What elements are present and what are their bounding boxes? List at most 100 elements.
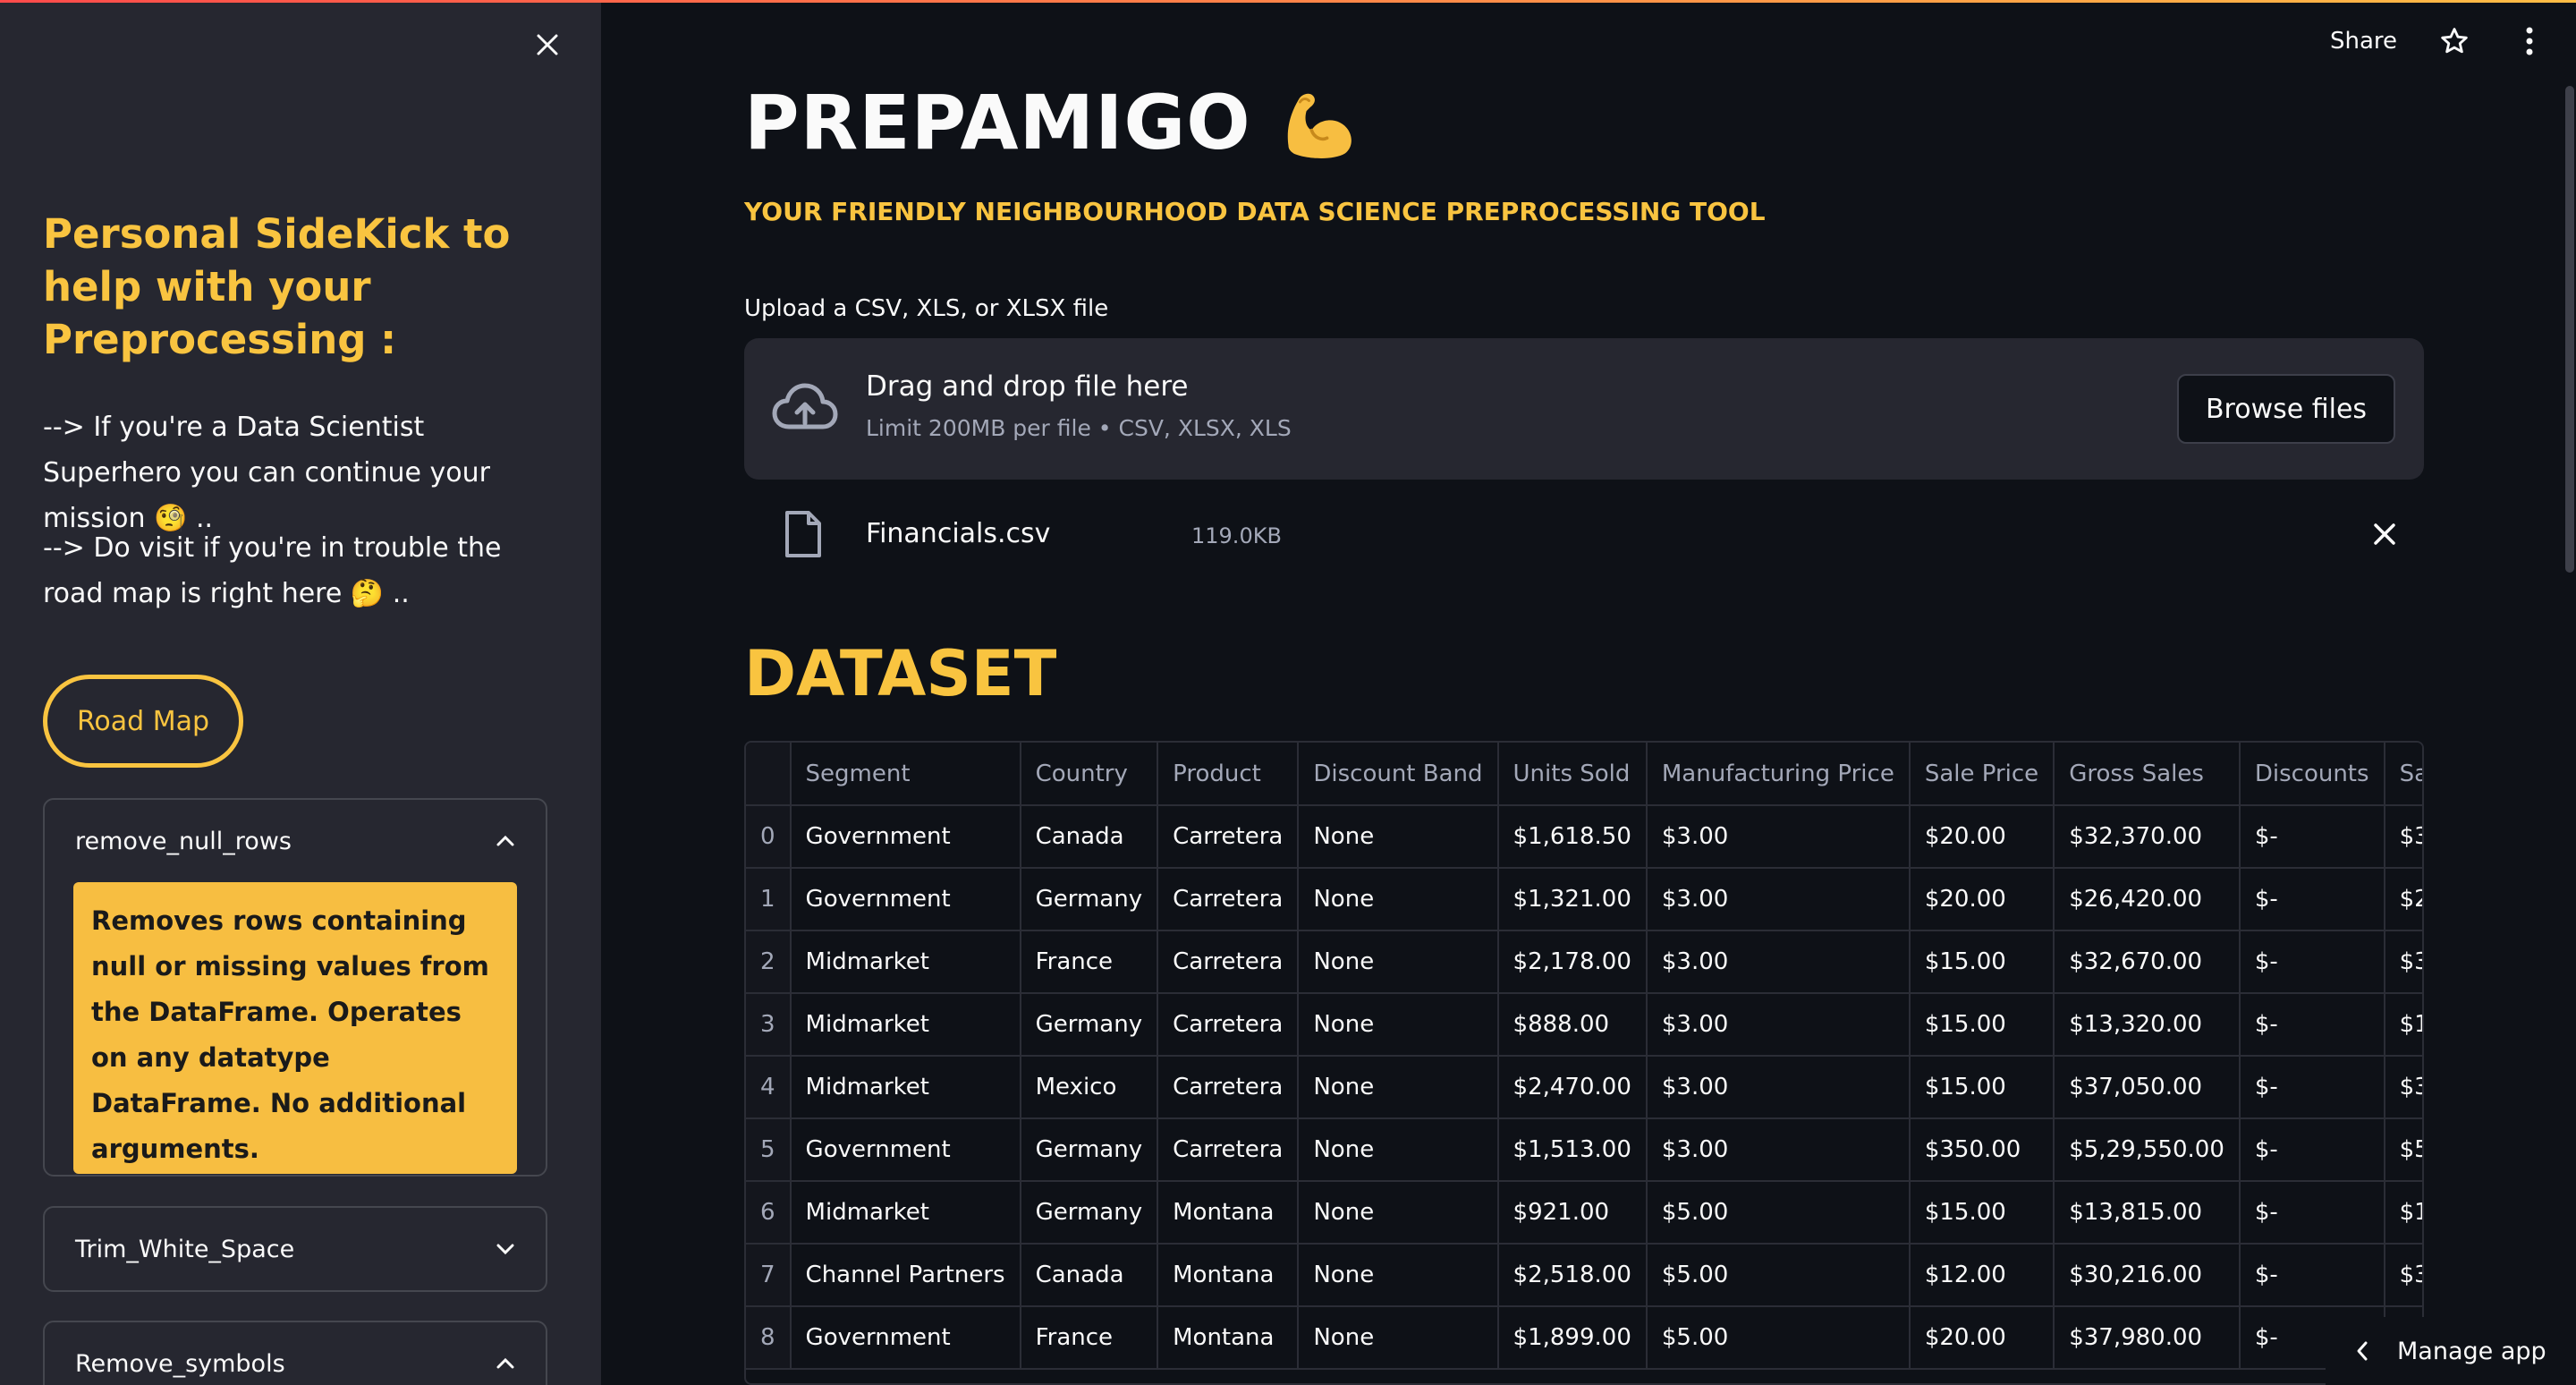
table-cell[interactable]: $- — [2239, 930, 2385, 994]
table-cell[interactable]: $5.00 — [1646, 1306, 1911, 1370]
table-cell[interactable]: Channel Partners — [790, 1244, 1021, 1307]
table-cell[interactable]: $32,670.00 — [2384, 930, 2422, 994]
table-cell[interactable]: Government — [790, 868, 1021, 931]
table-cell[interactable]: None — [1298, 868, 1499, 931]
table-row[interactable]: 8 Government France Montana None $1,899.00 $5.… — [746, 1306, 2422, 1370]
row-index-cell[interactable]: 3 — [746, 993, 792, 1057]
table-cell[interactable]: $13,815.00 — [2384, 1181, 2422, 1245]
table-cell[interactable]: $- — [2239, 1181, 2385, 1245]
table-cell[interactable]: $32,370.00 — [2384, 805, 2422, 869]
table-cell[interactable]: Montana — [1157, 1181, 1300, 1245]
table-cell[interactable]: $32,670.00 — [2054, 930, 2241, 994]
table-cell[interactable]: Germany — [1020, 993, 1159, 1057]
table-cell[interactable]: $5.00 — [1646, 1244, 1911, 1307]
table-cell[interactable]: Government — [790, 805, 1021, 869]
table-cell[interactable]: $13,320.00 — [2054, 993, 2241, 1057]
table-cell[interactable]: None — [1298, 993, 1499, 1057]
table-cell[interactable]: Montana — [1157, 1244, 1300, 1307]
share-button[interactable]: Share — [2330, 28, 2397, 55]
table-cell[interactable]: $888.00 — [1497, 993, 1648, 1057]
column-header-units-sold[interactable]: Units Sold — [1497, 743, 1648, 806]
table-cell[interactable]: $3.00 — [1646, 930, 1911, 994]
table-cell[interactable]: $2,518.00 — [1497, 1244, 1648, 1307]
table-row[interactable]: 7 Channel Partners Canada Montana None $2,518… — [746, 1244, 2422, 1307]
table-cell[interactable]: None — [1298, 1118, 1499, 1182]
table-cell[interactable]: Germany — [1020, 1181, 1159, 1245]
column-header-manufacturing-price[interactable]: Manufacturing Price — [1646, 743, 1911, 806]
table-row[interactable]: 2 Midmarket France Carretera None $2,178.00 $3… — [746, 930, 2422, 994]
row-index-cell[interactable]: 0 — [746, 805, 792, 869]
table-cell[interactable]: France — [1020, 930, 1159, 994]
table-cell[interactable]: $1,321.00 — [1497, 868, 1648, 931]
table-cell[interactable]: $15.00 — [1909, 993, 2055, 1057]
table-cell[interactable]: Government — [790, 1118, 1021, 1182]
table-cell[interactable]: Canada — [1020, 805, 1159, 869]
close-sidebar-button[interactable] — [530, 27, 565, 63]
table-cell[interactable]: $37,980.00 — [2054, 1306, 2241, 1370]
table-cell[interactable]: $15.00 — [1909, 1181, 2055, 1245]
main-menu-button[interactable] — [2512, 23, 2547, 59]
table-cell[interactable]: $13,815.00 — [2054, 1181, 2241, 1245]
table-cell[interactable]: $13,320.00 — [2384, 993, 2422, 1057]
column-header-segment[interactable]: Segment — [790, 743, 1021, 806]
row-index-cell[interactable]: 4 — [746, 1056, 792, 1119]
table-cell[interactable]: None — [1298, 1181, 1499, 1245]
table-cell[interactable]: $26,420.00 — [2054, 868, 2241, 931]
table-cell[interactable]: $12.00 — [1909, 1244, 2055, 1307]
table-cell[interactable]: $5,29,550.00 — [2054, 1118, 2241, 1182]
table-cell[interactable]: $37,050.00 — [2054, 1056, 2241, 1119]
table-cell[interactable]: None — [1298, 930, 1499, 994]
table-cell[interactable]: Carretera — [1157, 1118, 1300, 1182]
table-cell[interactable]: $15.00 — [1909, 1056, 2055, 1119]
table-cell[interactable]: Carretera — [1157, 993, 1300, 1057]
column-header-country[interactable]: Country — [1020, 743, 1159, 806]
column-header-sale-price[interactable]: Sale Price — [1909, 743, 2055, 806]
table-cell[interactable]: Montana — [1157, 1306, 1300, 1370]
table-cell[interactable]: Mexico — [1020, 1056, 1159, 1119]
column-header-product[interactable]: Product — [1157, 743, 1300, 806]
row-index-cell[interactable]: 8 — [746, 1306, 792, 1370]
column-header-index[interactable] — [746, 743, 792, 806]
table-cell[interactable]: $15.00 — [1909, 930, 2055, 994]
table-cell[interactable]: $1,618.50 — [1497, 805, 1648, 869]
table-cell[interactable]: $- — [2239, 1056, 2385, 1119]
table-cell[interactable]: Germany — [1020, 1118, 1159, 1182]
table-cell[interactable]: $3.00 — [1646, 1056, 1911, 1119]
table-cell[interactable]: $30,216.00 — [2384, 1244, 2422, 1307]
road-map-button[interactable]: Road Map — [43, 675, 243, 768]
remove-file-icon[interactable] — [2368, 518, 2401, 550]
row-index-cell[interactable]: 1 — [746, 868, 792, 931]
table-cell[interactable]: $5.00 — [1646, 1181, 1911, 1245]
expander-header[interactable]: Trim_White_Space — [45, 1208, 546, 1290]
row-index-cell[interactable]: 5 — [746, 1118, 792, 1182]
table-cell[interactable]: France — [1020, 1306, 1159, 1370]
table-cell[interactable]: $3.00 — [1646, 1118, 1911, 1182]
table-cell[interactable]: $3.00 — [1646, 868, 1911, 931]
column-header-discounts[interactable]: Discounts — [2239, 743, 2385, 806]
table-cell[interactable]: Carretera — [1157, 805, 1300, 869]
table-cell[interactable]: $1,513.00 — [1497, 1118, 1648, 1182]
table-cell[interactable]: $30,216.00 — [2054, 1244, 2241, 1307]
table-cell[interactable]: Carretera — [1157, 930, 1300, 994]
table-cell[interactable]: None — [1298, 1306, 1499, 1370]
row-index-cell[interactable]: 7 — [746, 1244, 792, 1307]
table-cell[interactable]: None — [1298, 805, 1499, 869]
table-row[interactable]: 6 Midmarket Germany Montana None $921.00 $5.00… — [746, 1181, 2422, 1245]
table-cell[interactable]: Midmarket — [790, 1056, 1021, 1119]
table-cell[interactable]: $- — [2239, 1118, 2385, 1182]
manage-app-button[interactable]: Manage app — [2326, 1317, 2576, 1385]
table-cell[interactable]: $- — [2239, 1244, 2385, 1307]
table-cell[interactable]: Midmarket — [790, 1181, 1021, 1245]
table-cell[interactable]: $32,370.00 — [2054, 805, 2241, 869]
table-row[interactable]: 1 Government Germany Carretera None $1,321.00… — [746, 868, 2422, 931]
table-row[interactable]: 0 Government Canada Carretera None $1,618.50 $… — [746, 805, 2422, 869]
table-cell[interactable]: Carretera — [1157, 868, 1300, 931]
table-row[interactable]: 3 Midmarket Germany Carretera None $888.00 $3.… — [746, 993, 2422, 1057]
column-header-discount-band[interactable]: Discount Band — [1298, 743, 1499, 806]
table-cell[interactable]: Germany — [1020, 868, 1159, 931]
file-dropzone[interactable]: Drag and drop file here Limit 200MB per … — [744, 338, 2424, 480]
table-cell[interactable]: $- — [2239, 993, 2385, 1057]
table-cell[interactable]: $921.00 — [1497, 1181, 1648, 1245]
browse-files-button[interactable]: Browse files — [2177, 374, 2395, 444]
table-cell[interactable]: Government — [790, 1306, 1021, 1370]
